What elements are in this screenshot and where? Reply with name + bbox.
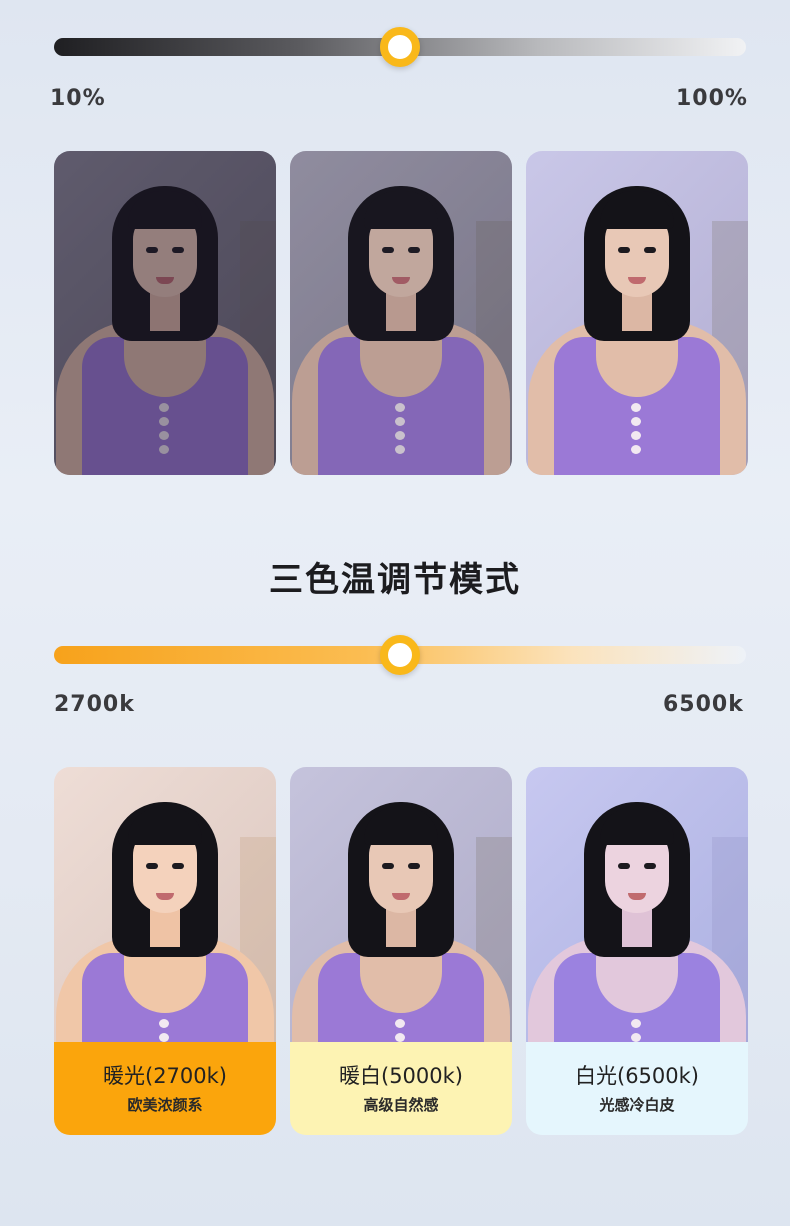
- caption-title: 暖光(2700k): [103, 1064, 227, 1088]
- temperature-caption-cool: 白光(6500k) 光感冷白皮: [526, 1042, 748, 1135]
- temperature-max-label: 6500k: [663, 692, 744, 717]
- brightness-photo-high: [526, 151, 748, 475]
- brightness-photo-low: [54, 151, 276, 475]
- temperature-caption-neutral: 暖白(5000k) 高级自然感: [290, 1042, 512, 1135]
- caption-subtitle: 光感冷白皮: [599, 1096, 675, 1114]
- temperature-card-neutral: 暖白(5000k) 高级自然感: [290, 767, 512, 1135]
- caption-title: 白光(6500k): [575, 1064, 699, 1088]
- caption-title: 暖白(5000k): [339, 1064, 463, 1088]
- temperature-card-warm: 暖光(2700k) 欧美浓颜系: [54, 767, 276, 1135]
- temperature-min-label: 2700k: [54, 692, 135, 717]
- brightness-photo-medium: [290, 151, 512, 475]
- brightness-max-label: 100%: [676, 86, 748, 111]
- temperature-slider-handle[interactable]: [380, 635, 420, 675]
- section-title: 三色温调节模式: [269, 560, 521, 600]
- caption-subtitle: 欧美浓颜系: [127, 1096, 203, 1114]
- temperature-caption-warm: 暖光(2700k) 欧美浓颜系: [54, 1042, 276, 1135]
- temperature-card-cool: 白光(6500k) 光感冷白皮: [526, 767, 748, 1135]
- brightness-min-label: 10%: [50, 86, 106, 111]
- caption-subtitle: 高级自然感: [363, 1096, 439, 1114]
- brightness-slider-handle[interactable]: [380, 27, 420, 67]
